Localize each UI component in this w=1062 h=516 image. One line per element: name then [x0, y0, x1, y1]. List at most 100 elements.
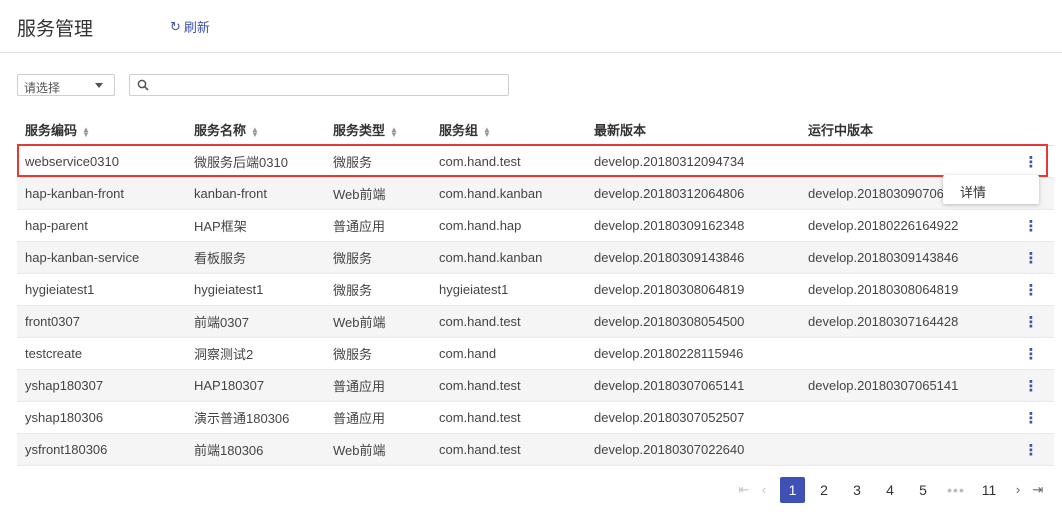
cell-service-name: 洞察测试2	[186, 337, 325, 370]
last-page-button[interactable]: ⇥	[1028, 477, 1048, 503]
more-vert-icon: ⋮	[1023, 313, 1039, 331]
cell-running-version: develop.20180307164428	[800, 305, 1008, 338]
table-row[interactable]: ysfront180306 前端180306 Web前端 com.hand.test d…	[17, 433, 1054, 466]
more-vert-icon: ⋮	[1023, 377, 1039, 395]
page-button-4[interactable]: 4	[876, 477, 904, 503]
cell-service-type: 微服务	[325, 273, 431, 306]
cell-service-group: com.hand.kanban	[431, 177, 586, 210]
cell-latest-version: develop.20180308054500	[586, 305, 800, 338]
column-header-service-code[interactable]: 服务编码 ▲ ▼	[17, 114, 186, 146]
sort-icon[interactable]: ▲ ▼	[483, 125, 491, 138]
page-button-3[interactable]: 3	[843, 477, 871, 503]
cell-service-group: com.hand.test	[431, 145, 586, 178]
cell-service-name: 前端180306	[186, 433, 325, 466]
cell-service-code: hap-kanban-front	[17, 177, 186, 210]
more-vert-icon: ⋮	[1023, 153, 1039, 171]
search-box[interactable]	[129, 74, 509, 96]
cell-running-version: develop.20180226164922	[800, 209, 1008, 242]
cell-service-code: ysfront180306	[17, 433, 186, 466]
cell-service-name: HAP180307	[186, 369, 325, 402]
cell-service-code: yshap180307	[17, 369, 186, 402]
cell-running-version: develop.20180307065141	[800, 369, 1008, 402]
sort-icon[interactable]: ▲ ▼	[390, 125, 398, 138]
row-actions-button[interactable]: ⋮	[1008, 401, 1054, 434]
cell-service-type: 微服务	[325, 241, 431, 274]
cell-service-group: com.hand.test	[431, 305, 586, 338]
cell-service-type: 普通应用	[325, 209, 431, 242]
services-table: 服务编码 ▲ ▼ 服务名称 ▲ ▼ 服务类型 ▲ ▼ 服务组 ▲ ▼ 最新版本 运行中版本 webserv…	[17, 114, 1054, 466]
page-button-5[interactable]: 5	[909, 477, 937, 503]
pagination: ⇤ ‹ 1 2 3 4 5 ••• 11 › ⇥	[734, 477, 1048, 503]
cell-service-name: kanban-front	[186, 177, 325, 210]
row-actions-button[interactable]: ⋮	[1008, 241, 1054, 274]
column-header-label: 最新版本	[594, 123, 647, 138]
cell-service-group: com.hand.kanban	[431, 241, 586, 274]
refresh-button[interactable]: ↻ 刷新	[170, 17, 210, 36]
search-input[interactable]	[156, 77, 505, 95]
table-row[interactable]: hap-kanban-service 看板服务 微服务 com.hand.kanban…	[17, 241, 1054, 274]
cell-service-code: front0307	[17, 305, 186, 338]
table-row[interactable]: yshap180306 演示普通180306 普通应用 com.hand.test de…	[17, 401, 1054, 434]
table-row[interactable]: testcreate 洞察测试2 微服务 com.hand develop.201802…	[17, 337, 1054, 370]
cell-latest-version: develop.20180228115946	[586, 337, 800, 370]
caret-down-icon	[95, 83, 103, 88]
page-header: 服务管理 ↻ 刷新	[0, 0, 1062, 53]
cell-service-code: hygieiatest1	[17, 273, 186, 306]
more-vert-icon: ⋮	[1023, 217, 1039, 235]
filter-select[interactable]: 请选择	[17, 74, 115, 96]
cell-service-type: 微服务	[325, 145, 431, 178]
prev-page-button[interactable]: ‹	[754, 477, 774, 503]
sort-icon[interactable]: ▲ ▼	[82, 125, 90, 138]
cell-latest-version: develop.20180307052507	[586, 401, 800, 434]
column-header-service-name[interactable]: 服务名称 ▲ ▼	[186, 114, 325, 146]
column-header-latest-version: 最新版本	[586, 114, 800, 146]
cell-service-group: com.hand	[431, 337, 586, 370]
column-header-label: 服务类型	[333, 123, 386, 138]
table-row[interactable]: hap-parent HAP框架 普通应用 com.hand.hap develop.2…	[17, 209, 1054, 242]
more-vert-icon: ⋮	[1023, 441, 1039, 459]
more-vert-icon: ⋮	[1023, 409, 1039, 427]
sort-icon[interactable]: ▲ ▼	[251, 125, 259, 138]
cell-running-version	[800, 145, 1008, 178]
cell-running-version: develop.20180308064819	[800, 273, 1008, 306]
cell-service-type: Web前端	[325, 305, 431, 338]
row-actions-button[interactable]: ⋮	[1008, 145, 1054, 178]
page-button-last[interactable]: 11	[975, 477, 1003, 503]
table-row[interactable]: hygieiatest1 hygieiatest1 微服务 hygieiatest1 d…	[17, 273, 1054, 306]
cell-running-version	[800, 337, 1008, 370]
column-header-label: 运行中版本	[808, 123, 874, 138]
column-header-service-type[interactable]: 服务类型 ▲ ▼	[325, 114, 431, 146]
row-actions-button[interactable]: ⋮	[1008, 337, 1054, 370]
row-actions-button[interactable]: ⋮	[1008, 305, 1054, 338]
row-actions-button[interactable]: ⋮	[1008, 369, 1054, 402]
cell-service-code: webservice0310	[17, 145, 186, 178]
table-row[interactable]: front0307 前端0307 Web前端 com.hand.test develop…	[17, 305, 1054, 338]
table-row[interactable]: hap-kanban-front kanban-front Web前端 com.han…	[17, 177, 1054, 210]
page-button-2[interactable]: 2	[810, 477, 838, 503]
cell-latest-version: develop.20180309143846	[586, 241, 800, 274]
cell-service-name: 微服务后端0310	[186, 145, 325, 178]
cell-service-name: hygieiatest1	[186, 273, 325, 306]
next-page-button[interactable]: ›	[1008, 477, 1028, 503]
column-header-service-group[interactable]: 服务组 ▲ ▼	[431, 114, 586, 146]
table-row[interactable]: webservice0310 微服务后端0310 微服务 com.hand.test d…	[17, 145, 1054, 178]
page-button-1[interactable]: 1	[780, 477, 805, 503]
row-actions-button[interactable]: ⋮	[1008, 433, 1054, 466]
menu-item-details[interactable]: 详情	[960, 182, 986, 201]
cell-service-type: 普通应用	[325, 401, 431, 434]
cell-service-type: 普通应用	[325, 369, 431, 402]
cell-service-name: 看板服务	[186, 241, 325, 274]
cell-latest-version: develop.20180312064806	[586, 177, 800, 210]
column-header-label: 服务编码	[25, 123, 78, 138]
first-page-button[interactable]: ⇤	[734, 477, 754, 503]
row-actions-button[interactable]: ⋮	[1008, 273, 1054, 306]
cell-latest-version: develop.20180307065141	[586, 369, 800, 402]
column-header-label: 服务组	[439, 123, 479, 138]
page-ellipsis[interactable]: •••	[942, 477, 970, 503]
refresh-label: 刷新	[183, 20, 210, 35]
table-body: webservice0310 微服务后端0310 微服务 com.hand.test d…	[17, 145, 1054, 466]
row-actions-button[interactable]: ⋮	[1008, 209, 1054, 242]
cell-service-code: testcreate	[17, 337, 186, 370]
table-row[interactable]: yshap180307 HAP180307 普通应用 com.hand.test dev…	[17, 369, 1054, 402]
cell-running-version	[800, 401, 1008, 434]
